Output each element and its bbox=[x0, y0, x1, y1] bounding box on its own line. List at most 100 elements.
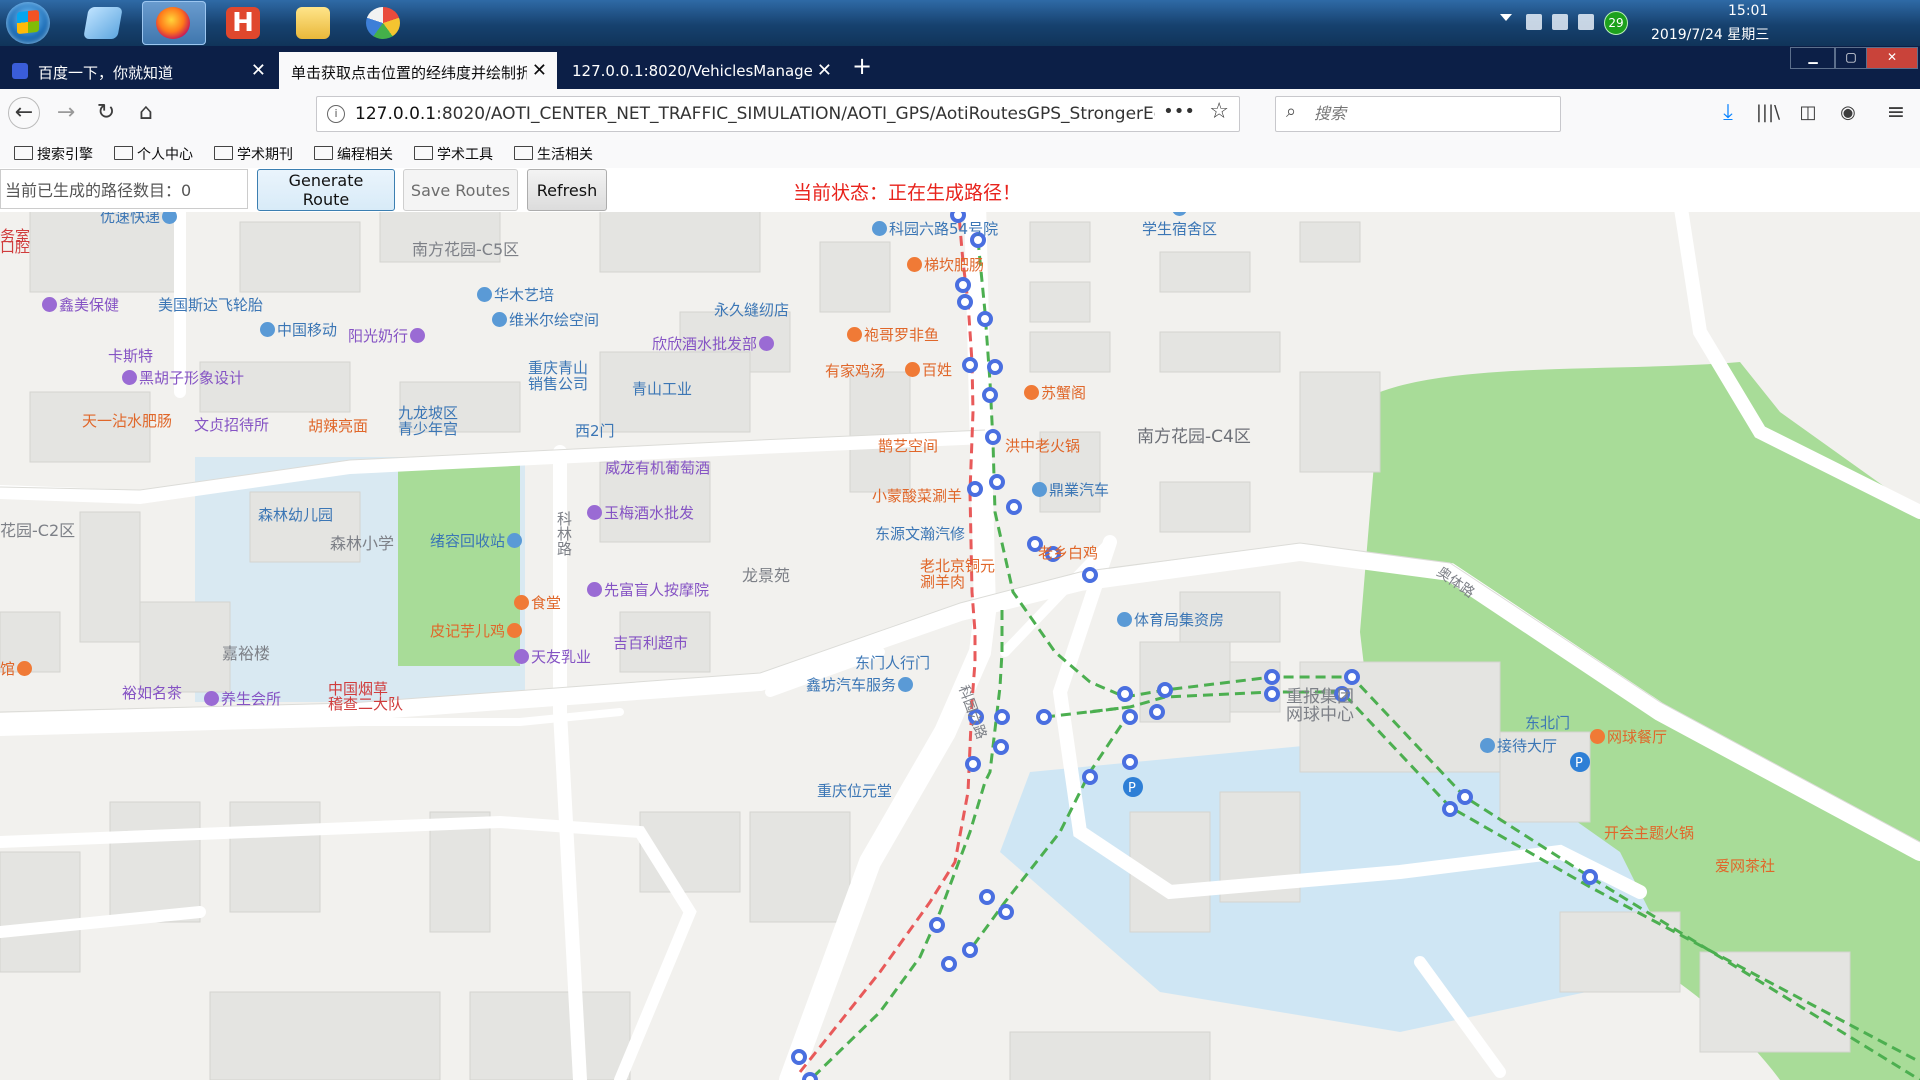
site-info-icon[interactable]: i bbox=[327, 105, 345, 123]
poi-label[interactable]: 欣欣酒水批发部 bbox=[652, 333, 776, 354]
poi-label[interactable]: 黑胡子形象设计 bbox=[120, 367, 244, 388]
poi-label[interactable]: 天一沾水肥肠 bbox=[82, 410, 172, 431]
poi-label[interactable]: 洪中老火锅 bbox=[1005, 435, 1080, 456]
sidebar-icon[interactable]: ◫ bbox=[1792, 97, 1824, 129]
poi-label[interactable]: 美国斯达飞轮胎 bbox=[158, 294, 263, 315]
poi-label[interactable]: 苏蟹阁 bbox=[1022, 382, 1086, 403]
bookmark-folder[interactable]: 学术工具 bbox=[414, 144, 493, 164]
tab-baidu[interactable]: 百度一下，你就知道 ✕ bbox=[0, 52, 276, 89]
poi-label[interactable]: 东北门 bbox=[1525, 712, 1570, 733]
poi-label[interactable]: 梯坎肥肠 bbox=[905, 254, 984, 275]
taskbar-app-files[interactable] bbox=[282, 1, 346, 45]
poi-label[interactable]: 中国移动 bbox=[258, 319, 337, 340]
bookmark-star-icon[interactable]: ☆ bbox=[1209, 99, 1229, 124]
start-button[interactable] bbox=[6, 2, 50, 44]
home-icon[interactable]: ⌂ bbox=[130, 97, 162, 129]
poi-label[interactable]: 网球餐厅 bbox=[1588, 726, 1667, 747]
poi-label[interactable]: 永久缝纫店 bbox=[714, 299, 789, 320]
poi-label[interactable]: 体育局集资房 bbox=[1115, 609, 1224, 630]
poi-label[interactable]: 接待大厅 bbox=[1478, 735, 1557, 756]
poi-label[interactable]: 先富盲人按摩院 bbox=[585, 579, 709, 600]
poi-label[interactable]: 青山工业 bbox=[632, 378, 692, 399]
poi-label[interactable]: 裕如名茶 bbox=[122, 682, 182, 703]
route-count-field[interactable] bbox=[0, 169, 248, 209]
menu-hamburger-icon[interactable]: ≡ bbox=[1880, 97, 1912, 129]
poi-label[interactable]: 维米尔绘空间 bbox=[490, 309, 599, 330]
search-bar[interactable]: ⌕ bbox=[1275, 96, 1561, 132]
poi-label[interactable]: 优速快递 bbox=[100, 212, 179, 227]
tab-vehicles-manager[interactable]: 127.0.0.1:8020/VehiclesManager ✕ bbox=[560, 52, 842, 89]
poi-label[interactable]: 小蒙酸菜涮羊 bbox=[872, 485, 962, 506]
poi-label[interactable]: 鑫美保健 bbox=[40, 294, 119, 315]
battery-icon[interactable] bbox=[1526, 14, 1542, 30]
page-actions-icon[interactable]: ••• bbox=[1163, 101, 1195, 122]
taskbar-app-firefox[interactable] bbox=[142, 1, 206, 45]
poi-label[interactable]: 鹊艺空间 bbox=[878, 435, 938, 456]
bookmark-folder[interactable]: 学术期刊 bbox=[214, 144, 293, 164]
poi-label[interactable]: 养生会所 bbox=[202, 688, 281, 709]
poi-label[interactable]: 爱网茶社 bbox=[1715, 855, 1775, 876]
poi-label[interactable]: 老乡白鸡 bbox=[1038, 542, 1098, 563]
map-canvas[interactable]: P P 优速快递 务室 口腔 南方花园-C5区 科园六路54号院 学生宿舍区 梯… bbox=[0, 212, 1920, 1080]
save-routes-button[interactable]: Save Routes bbox=[403, 169, 518, 211]
bookmark-folder[interactable]: 个人中心 bbox=[114, 144, 193, 164]
tab-current[interactable]: 单击获取点击位置的经纬度并绘制折线 ✕ bbox=[279, 52, 557, 89]
close-icon[interactable]: ✕ bbox=[817, 60, 832, 81]
poi-label[interactable]: 天友乳业 bbox=[512, 646, 591, 667]
poi-label[interactable]: 袍哥罗非鱼 bbox=[845, 324, 939, 345]
poi-label[interactable]: 阳光奶行 bbox=[348, 325, 427, 346]
poi-label[interactable]: 吉百利超市 bbox=[613, 632, 688, 653]
poi-label[interactable]: 老北京铜元 涮羊肉 bbox=[920, 558, 995, 590]
poi-label[interactable]: 文贞招待所 bbox=[194, 414, 269, 435]
poi-label[interactable]: 鼎業汽车 bbox=[1030, 479, 1109, 500]
poi-label[interactable]: 玉梅酒水批发 bbox=[585, 502, 694, 523]
clock-time[interactable]: 15:01 bbox=[1728, 3, 1768, 19]
poi-label[interactable]: 西2门 bbox=[575, 420, 615, 441]
reload-icon[interactable]: ↻ bbox=[90, 97, 122, 129]
clock-date[interactable]: 2019/7/24 星期三 bbox=[1651, 24, 1769, 44]
close-icon[interactable]: ✕ bbox=[251, 60, 266, 81]
tray-expand-icon[interactable] bbox=[1500, 14, 1512, 21]
taskbar-app-explorer[interactable] bbox=[72, 1, 136, 45]
tray-badge[interactable]: 29 bbox=[1604, 11, 1628, 35]
search-input[interactable] bbox=[1312, 103, 1546, 124]
forward-arrow-icon[interactable]: → bbox=[50, 97, 82, 129]
taskbar-app-paint[interactable] bbox=[352, 1, 416, 45]
poi-label[interactable]: 九龙坡区 青少年宫 bbox=[398, 405, 458, 437]
poi-label[interactable]: 森林幼儿园 bbox=[258, 504, 333, 525]
bookmark-folder[interactable]: 编程相关 bbox=[314, 144, 393, 164]
poi-label[interactable]: 皮记芋儿鸡 bbox=[430, 620, 524, 641]
close-window-button[interactable]: ✕ bbox=[1866, 47, 1918, 69]
poi-label[interactable]: 绪容回收站 bbox=[430, 530, 524, 551]
poi-label[interactable]: 东源文瀚汽修 bbox=[875, 523, 965, 544]
poi-label[interactable]: 东门人行门 bbox=[855, 652, 930, 673]
poi-label[interactable]: 学生宿舍区 bbox=[1142, 212, 1217, 239]
library-icon[interactable]: |||\ bbox=[1752, 97, 1784, 129]
account-icon[interactable]: ◉ bbox=[1832, 97, 1864, 129]
refresh-button[interactable]: Refresh bbox=[527, 169, 607, 211]
maximize-button[interactable]: ▢ bbox=[1834, 47, 1868, 69]
poi-label[interactable]: 开会主题火锅 bbox=[1604, 822, 1694, 843]
poi-label[interactable]: 威龙有机葡萄酒 bbox=[605, 457, 710, 478]
address-bar[interactable]: i 127.0.0.1:8020/AOTI_CENTER_NET_TRAFFIC… bbox=[316, 96, 1240, 132]
new-tab-plus-icon[interactable]: + bbox=[852, 52, 872, 80]
poi-label[interactable]: 有家鸡汤 bbox=[825, 360, 885, 381]
minimize-button[interactable]: ▁ bbox=[1790, 47, 1836, 69]
poi-label[interactable]: 科园六路54号院 bbox=[870, 218, 998, 239]
poi-label[interactable]: 鑫坊汽车服务 bbox=[806, 674, 915, 695]
poi-label[interactable]: 口腔 bbox=[0, 236, 30, 257]
bookmark-folder[interactable]: 生活相关 bbox=[514, 144, 593, 164]
url-text[interactable]: 127.0.0.1:8020/AOTI_CENTER_NET_TRAFFIC_S… bbox=[355, 104, 1155, 124]
poi-label[interactable]: 中国烟草 稽查二大队 bbox=[328, 682, 403, 712]
back-arrow-icon[interactable]: ← bbox=[8, 97, 40, 129]
poi-label[interactable]: 百姓 bbox=[903, 359, 952, 380]
poi-label[interactable]: 食堂 bbox=[512, 592, 561, 613]
poi-label[interactable]: 重庆位元堂 bbox=[817, 780, 892, 801]
close-icon[interactable]: ✕ bbox=[532, 60, 547, 81]
network-signal-icon[interactable] bbox=[1552, 14, 1568, 30]
poi-label[interactable]: 馆 bbox=[0, 658, 34, 679]
poi-label[interactable]: 华木艺培 bbox=[475, 284, 554, 305]
volume-icon[interactable] bbox=[1578, 14, 1594, 30]
poi-label[interactable]: 卡斯特 bbox=[108, 345, 153, 366]
taskbar-app-hbuilder[interactable]: H bbox=[212, 1, 276, 45]
